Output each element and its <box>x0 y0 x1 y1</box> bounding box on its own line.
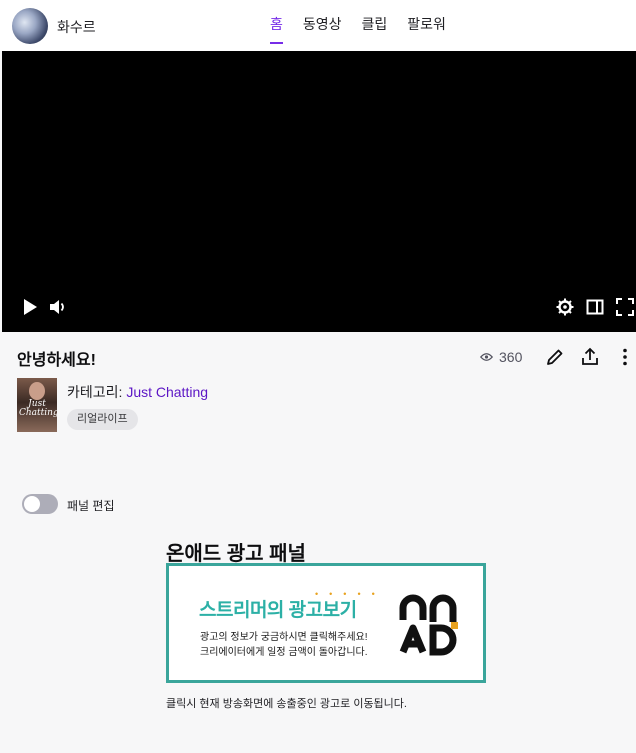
onad-logo-icon <box>399 594 458 656</box>
ad-panel-note: 클릭시 현재 방송화면에 송출중인 광고로 이동됩니다. <box>166 698 407 710</box>
share-icon[interactable] <box>580 347 600 367</box>
panel-edit-toggle[interactable] <box>22 494 58 514</box>
viewer-count: 360 <box>480 349 522 365</box>
play-icon[interactable] <box>21 298 39 316</box>
channel-name[interactable]: 화수르 <box>57 17 96 37</box>
category-line: 카테고리: Just Chatting <box>67 382 208 402</box>
settings-icon[interactable] <box>556 298 574 316</box>
eye-icon <box>480 353 493 361</box>
ad-banner-line2: 크리에이터에게 일정 금액이 돌아갑니다. <box>200 647 368 658</box>
tab-videos[interactable]: 동영상 <box>303 14 342 44</box>
category-box-art[interactable]: Just Chatting <box>17 378 57 432</box>
edit-icon[interactable] <box>545 347 565 367</box>
more-options-icon[interactable] <box>615 347 635 367</box>
category-label: 카테고리: <box>67 384 123 400</box>
channel-tabs: 홈 동영상 클립 팔로워 <box>270 14 466 44</box>
video-player[interactable] <box>2 51 636 332</box>
stream-tag[interactable]: 리얼라이프 <box>67 409 138 430</box>
tab-followers[interactable]: 팔로워 <box>407 14 446 44</box>
ad-banner-headline: 스트리머의 광고보기 <box>199 600 357 621</box>
category-link[interactable]: Just Chatting <box>126 384 208 400</box>
tab-home[interactable]: 홈 <box>270 14 283 44</box>
ad-panel-title: 온애드 광고 패널 <box>166 543 306 565</box>
volume-icon[interactable] <box>49 298 67 316</box>
theatre-mode-icon[interactable] <box>586 298 604 316</box>
box-art-text: Just Chatting <box>19 399 57 418</box>
ad-banner[interactable]: ••••• 스트리머의 광고보기 광고의 정보가 궁금하시면 클릭해주세요! 크… <box>166 563 486 683</box>
channel-header: 화수르 홈 동영상 클립 팔로워 <box>0 0 636 51</box>
viewer-count-value: 360 <box>499 349 523 365</box>
fullscreen-icon[interactable] <box>616 298 634 316</box>
toggle-knob <box>24 496 40 512</box>
channel-avatar[interactable] <box>12 8 48 44</box>
ad-banner-line1: 광고의 정보가 궁금하시면 클릭해주세요! <box>200 632 368 643</box>
panel-edit-label: 패널 편집 <box>67 499 115 513</box>
tab-clips[interactable]: 클립 <box>362 14 388 44</box>
stream-title: 안녕하세요! <box>17 352 96 369</box>
